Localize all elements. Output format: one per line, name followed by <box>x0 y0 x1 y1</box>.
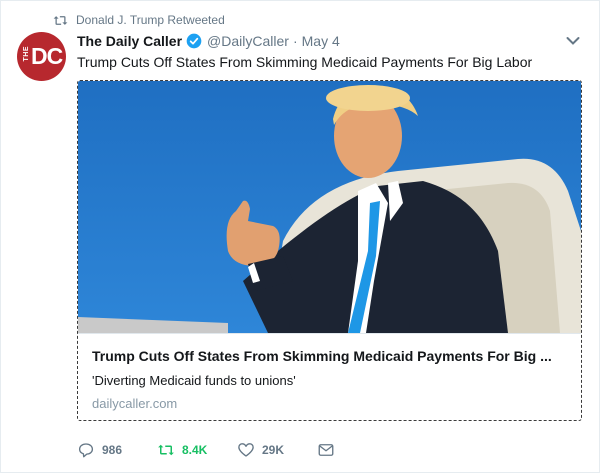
verified-badge-icon <box>186 33 202 49</box>
daily-caller-logo: THE DC <box>17 32 66 81</box>
like-count: 29K <box>262 443 285 457</box>
card-body: Trump Cuts Off States From Skimming Medi… <box>78 333 581 420</box>
tweet[interactable]: Donald J. Trump Retweeted THE DC The Dai… <box>0 0 600 473</box>
retweet-icon <box>53 15 68 25</box>
direct-message-button[interactable] <box>317 441 347 459</box>
reply-icon <box>78 443 94 458</box>
avatar[interactable]: THE DC <box>17 32 66 81</box>
reply-button[interactable]: 986 <box>77 441 157 459</box>
tweet-actions: 986 8.4K 29K <box>77 439 347 461</box>
tweet-timestamp[interactable]: May 4 <box>302 33 340 49</box>
heart-icon <box>238 443 254 457</box>
retweet-context: Donald J. Trump Retweeted <box>53 11 225 29</box>
header-separator: · <box>292 33 298 49</box>
author-handle[interactable]: @DailyCaller <box>207 33 289 49</box>
avatar-label-large: DC <box>31 43 63 69</box>
reply-count: 986 <box>102 443 123 457</box>
card-domain: dailycaller.com <box>92 396 178 411</box>
card-image <box>78 81 581 333</box>
chevron-down-icon[interactable] <box>566 36 580 46</box>
link-card[interactable]: Trump Cuts Off States From Skimming Medi… <box>77 80 582 421</box>
author-name[interactable]: The Daily Caller <box>77 33 182 49</box>
tweet-header: The Daily Caller @DailyCaller · May 4 <box>77 31 340 51</box>
envelope-icon <box>318 444 334 456</box>
retweet-button[interactable]: 8.4K <box>157 441 237 459</box>
retweet-count: 8.4K <box>182 443 208 457</box>
retweet-context-text: Donald J. Trump Retweeted <box>76 13 225 27</box>
retweet-icon <box>158 444 174 456</box>
card-title: Trump Cuts Off States From Skimming Medi… <box>92 348 552 364</box>
like-button[interactable]: 29K <box>237 441 317 459</box>
tweet-text: Trump Cuts Off States From Skimming Medi… <box>77 54 533 70</box>
card-description: 'Diverting Medicaid funds to unions' <box>92 373 296 388</box>
avatar-label-small: THE <box>23 46 30 62</box>
